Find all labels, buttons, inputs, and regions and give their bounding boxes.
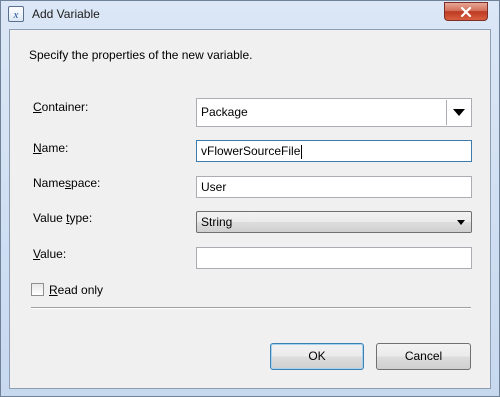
- container-combobox[interactable]: Package: [196, 98, 472, 127]
- name-label: Name:: [33, 141, 69, 155]
- namespace-label: Namespace:: [33, 176, 101, 190]
- close-icon: [460, 6, 472, 17]
- instruction-text: Specify the properties of the new variab…: [29, 48, 253, 62]
- app-icon: x: [8, 6, 24, 22]
- namespace-value: User: [201, 180, 227, 194]
- value-type-select[interactable]: String: [196, 211, 472, 233]
- container-label: Container:: [33, 100, 89, 114]
- read-only-label[interactable]: Read only: [49, 283, 103, 297]
- close-button[interactable]: [444, 2, 488, 21]
- title-bar[interactable]: x Add Variable: [1, 1, 499, 28]
- container-dropdown-button[interactable]: [446, 100, 470, 125]
- chevron-down-icon: [452, 108, 465, 116]
- read-only-checkbox[interactable]: [31, 283, 44, 296]
- value-type-label: Value type:: [33, 211, 93, 225]
- dialog-body: Specify the properties of the new variab…: [9, 29, 491, 389]
- value-label: Value:: [33, 247, 67, 261]
- separator: [31, 307, 471, 309]
- variable-x-icon: x: [13, 9, 19, 20]
- cancel-button[interactable]: Cancel: [376, 343, 471, 370]
- add-variable-dialog: x Add Variable Specify the properties of…: [0, 0, 500, 397]
- svg-text:x: x: [13, 9, 19, 20]
- name-input[interactable]: vFlowerSourceFile: [196, 140, 472, 162]
- name-value: vFlowerSourceFile: [201, 144, 301, 158]
- text-caret: [301, 144, 303, 159]
- ok-button[interactable]: OK: [270, 343, 364, 370]
- value-type-value: String: [201, 215, 233, 229]
- window-title: Add Variable: [32, 7, 100, 21]
- container-value: Package: [201, 105, 248, 119]
- namespace-input[interactable]: User: [196, 176, 472, 198]
- chevron-down-icon: [457, 220, 465, 225]
- value-input[interactable]: [196, 247, 472, 269]
